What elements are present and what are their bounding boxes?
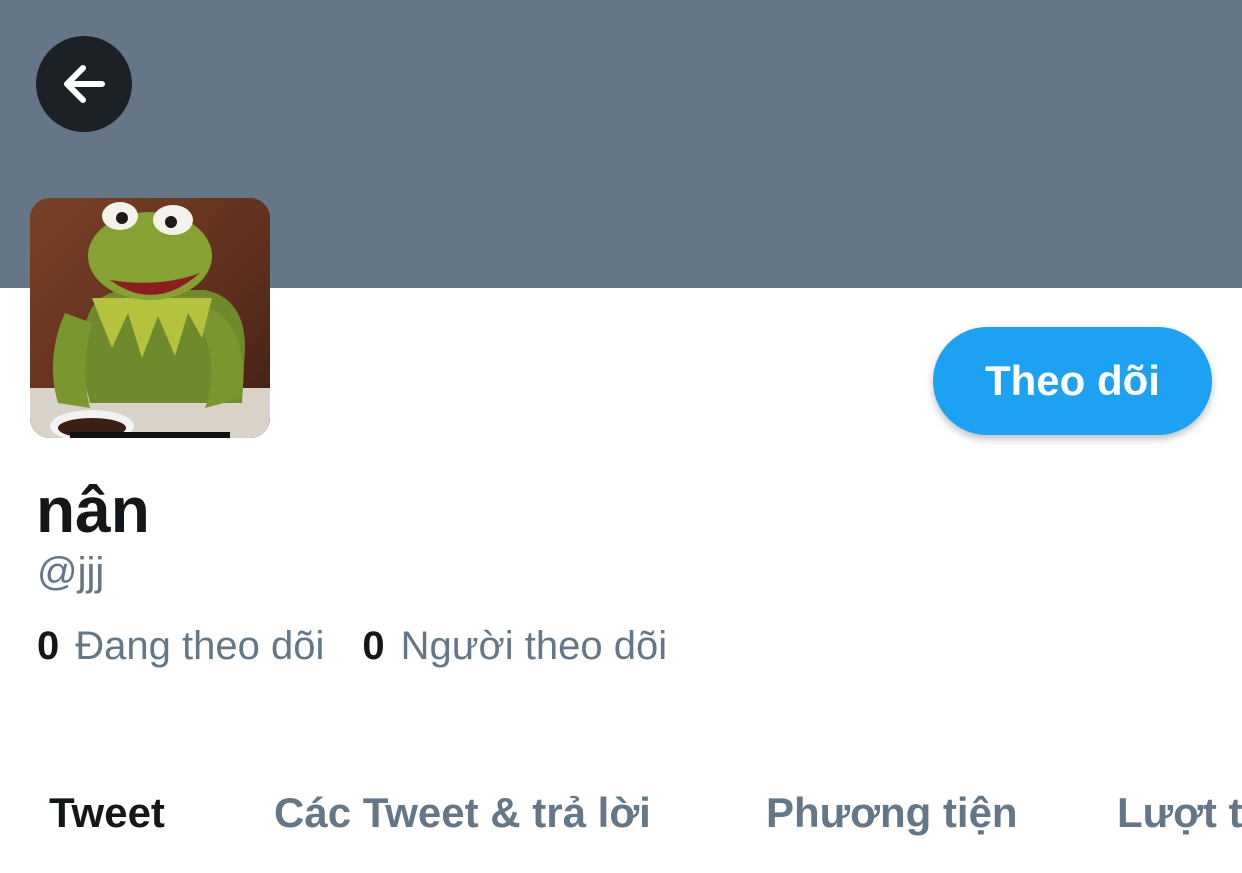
- followers-label: Người theo dõi: [400, 624, 668, 668]
- user-handle: @jjj: [37, 550, 105, 594]
- tab-tweets-and-replies[interactable]: Các Tweet & trả lời: [274, 780, 651, 846]
- tab-likes[interactable]: Lượt thích: [1117, 780, 1242, 846]
- profile-stats: 0 Đang theo dõi 0 Người theo dõi: [37, 620, 667, 672]
- following-stat[interactable]: 0 Đang theo dõi: [37, 620, 324, 672]
- avatar[interactable]: [30, 198, 270, 438]
- display-name: nân: [36, 474, 150, 546]
- profile-page: Theo dõi nân @jjj 0 Đang theo dõi 0 Ngườ…: [0, 0, 1242, 873]
- kermit-avatar-image: [30, 198, 270, 438]
- tab-media[interactable]: Phương tiện: [766, 780, 1018, 846]
- tab-tweets[interactable]: Tweet: [49, 780, 165, 846]
- profile-tabs: Tweet Các Tweet & trả lời Phương tiện Lư…: [0, 780, 1242, 846]
- following-count: 0: [37, 624, 60, 668]
- arrow-left-icon: [64, 65, 105, 103]
- followers-stat[interactable]: 0 Người theo dõi: [362, 620, 667, 672]
- followers-count: 0: [362, 624, 385, 668]
- following-label: Đang theo dõi: [75, 624, 325, 668]
- back-button[interactable]: [36, 36, 132, 132]
- follow-button[interactable]: Theo dõi: [933, 327, 1212, 435]
